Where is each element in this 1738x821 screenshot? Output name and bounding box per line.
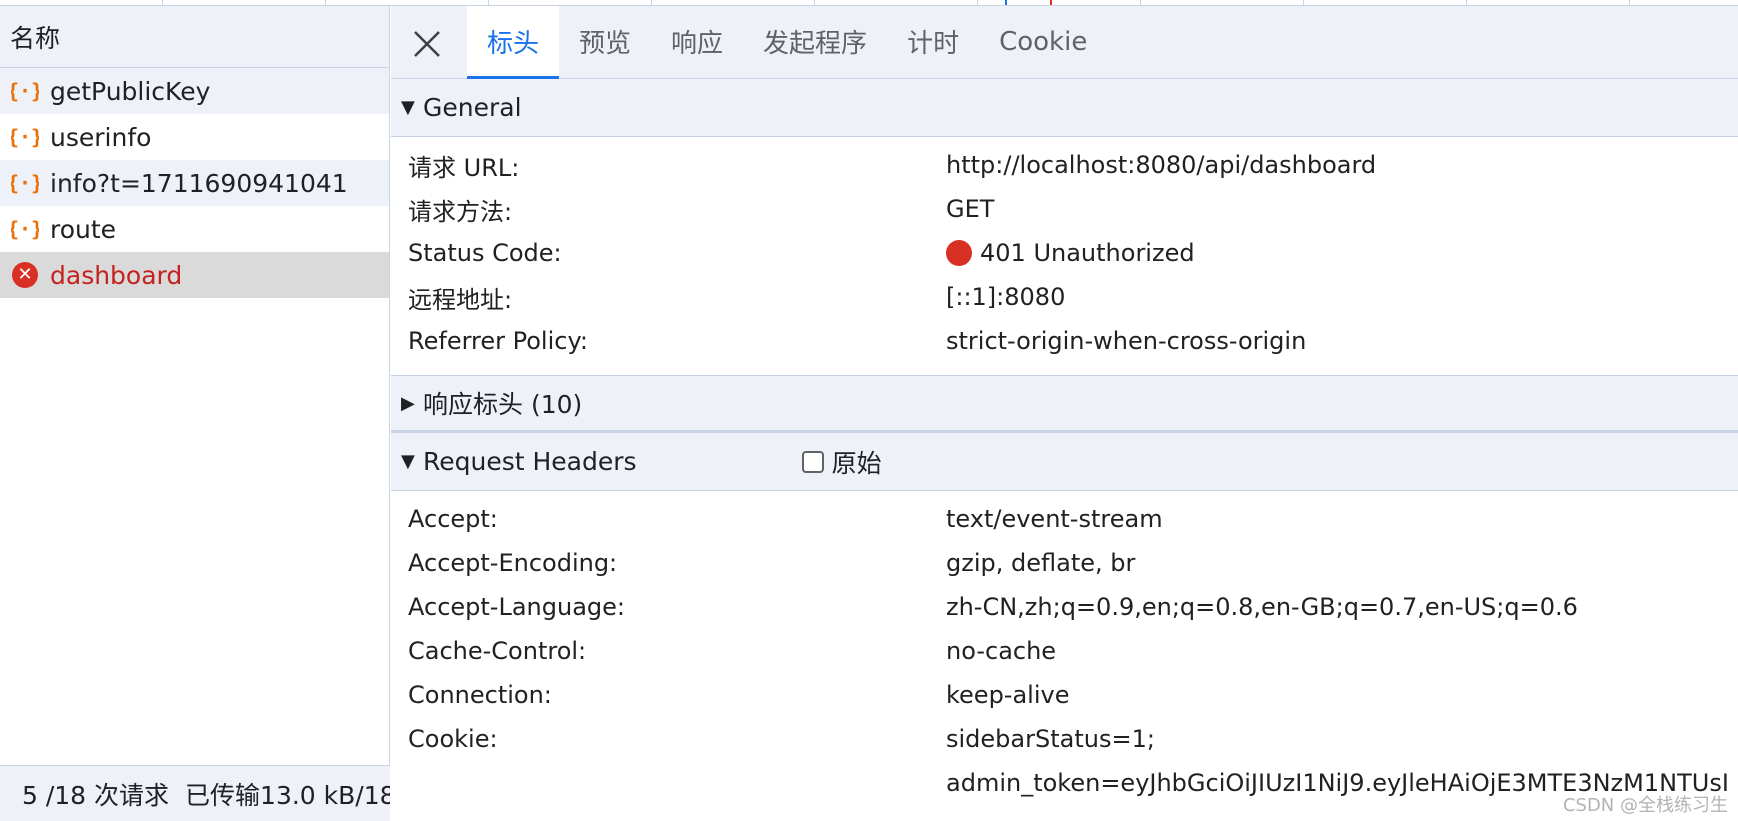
svg-text:{·}: {·} [11, 125, 39, 149]
header-row: Cookie: sidebarStatus=1; [391, 717, 1738, 761]
header-value[interactable]: no-cache [946, 637, 1056, 665]
raw-checkbox[interactable] [801, 450, 824, 473]
header-row: 请求方法: GET [391, 187, 1738, 231]
header-key: Accept: [408, 505, 498, 533]
header-key: Cookie: [408, 725, 498, 753]
status-code-value[interactable]: 401 Unauthorized [946, 239, 1195, 267]
request-name: route [50, 214, 117, 244]
section-request-headers-body: Accept: text/event-stream Accept-Encodin… [391, 491, 1738, 817]
section-general-toggle[interactable]: ▼ General [391, 79, 1738, 137]
header-value[interactable]: GET [946, 195, 994, 223]
transferred-size: 已传输13.0 kB/18. [185, 780, 390, 810]
network-summary-bar: 5 /18 次请求 已传输13.0 kB/18. [0, 765, 390, 821]
status-code-text: 401 Unauthorized [980, 239, 1195, 267]
fetch-xhr-icon: {·} [10, 76, 40, 106]
header-row: Cache-Control: no-cache [391, 629, 1738, 673]
error-icon: ✕ [10, 260, 40, 290]
tab-label: Cookie [999, 26, 1088, 57]
tab-headers[interactable]: 标头 [467, 6, 560, 79]
raw-headers-toggle[interactable]: 原始 [801, 444, 882, 480]
tab-preview[interactable]: 预览 [559, 6, 651, 78]
svg-text:{·}: {·} [11, 79, 39, 103]
header-key: Connection: [408, 681, 552, 709]
section-title: 响应标头 (10) [423, 390, 583, 419]
header-value[interactable]: [::1]:8080 [946, 283, 1065, 311]
section-title: Request Headers [423, 447, 637, 476]
request-name: info?t=1711690941041 [50, 168, 348, 198]
section-request-headers-toggle[interactable]: ▼ Request Headers 原始 [391, 433, 1738, 491]
triangle-down-icon: ▼ [401, 451, 415, 472]
raw-label: 原始 [831, 448, 882, 478]
tab-cookies[interactable]: Cookie [979, 6, 1107, 78]
column-header-name[interactable]: 名称 [0, 6, 389, 68]
triangle-down-icon: ▼ [401, 97, 415, 118]
tab-response[interactable]: 响应 [651, 6, 743, 78]
request-row-userinfo[interactable]: {·} userinfo [0, 114, 389, 160]
header-key: 请求方法: [408, 197, 513, 226]
header-key: Cache-Control: [408, 637, 587, 665]
header-key: 请求 URL: [408, 153, 520, 182]
header-row: Accept-Encoding: gzip, deflate, br [391, 541, 1738, 585]
close-detail-button[interactable] [409, 26, 445, 62]
fetch-xhr-icon: {·} [10, 122, 40, 152]
header-value[interactable]: zh-CN,zh;q=0.9,en;q=0.8,en-GB;q=0.7,en-U… [946, 593, 1578, 621]
request-row-getpublickey[interactable]: {·} getPublicKey [0, 68, 389, 114]
request-row-info[interactable]: {·} info?t=1711690941041 [0, 160, 389, 206]
tab-initiator[interactable]: 发起程序 [743, 6, 887, 78]
header-value[interactable]: sidebarStatus=1; [946, 725, 1155, 753]
header-value[interactable]: gzip, deflate, br [946, 549, 1135, 577]
detail-tabbar: 标头 预览 响应 发起程序 计时 Cookie [391, 6, 1738, 79]
header-key: Accept-Language: [408, 593, 625, 621]
header-row: Accept: text/event-stream [391, 497, 1738, 541]
tab-label: 预览 [579, 29, 632, 59]
header-value[interactable]: keep-alive [946, 681, 1069, 709]
header-key: 远程地址: [408, 285, 513, 314]
close-icon [414, 31, 440, 57]
tab-label: 标头 [487, 29, 540, 59]
section-response-headers-toggle[interactable]: ▶ 响应标头 (10) [391, 375, 1738, 433]
request-row-route[interactable]: {·} route [0, 206, 389, 252]
header-value[interactable]: strict-origin-when-cross-origin [946, 327, 1306, 355]
triangle-right-icon: ▶ [401, 392, 415, 414]
request-detail-panel: 标头 预览 响应 发起程序 计时 Cookie ▼ General 请求 URL… [391, 6, 1738, 821]
header-row: 请求 URL: http://localhost:8080/api/dashbo… [391, 143, 1738, 187]
header-key: Referrer Policy: [408, 327, 588, 355]
svg-text:{·}: {·} [11, 171, 39, 195]
fetch-xhr-icon: {·} [10, 168, 40, 198]
header-value[interactable]: text/event-stream [946, 505, 1163, 533]
tab-label: 响应 [671, 29, 724, 59]
tab-label: 计时 [907, 29, 960, 59]
request-name: userinfo [50, 122, 152, 152]
header-row: 远程地址: [::1]:8080 [391, 275, 1738, 319]
status-error-dot-icon [946, 240, 972, 266]
header-value[interactable]: http://localhost:8080/api/dashboard [946, 151, 1376, 179]
section-title: General [423, 93, 522, 122]
header-key: Status Code: [408, 239, 562, 267]
column-header-label: 名称 [10, 23, 61, 53]
tab-timing[interactable]: 计时 [887, 6, 979, 78]
request-name: getPublicKey [50, 76, 211, 106]
header-row: Referrer Policy: strict-origin-when-cros… [391, 319, 1738, 363]
request-row-dashboard[interactable]: ✕ dashboard [0, 252, 389, 298]
header-key: Accept-Encoding: [408, 549, 618, 577]
tab-label: 发起程序 [763, 29, 868, 59]
request-name: dashboard [50, 260, 183, 290]
fetch-xhr-icon: {·} [10, 214, 40, 244]
header-row: Accept-Language: zh-CN,zh;q=0.9,en;q=0.8… [391, 585, 1738, 629]
section-general-body: 请求 URL: http://localhost:8080/api/dashbo… [391, 137, 1738, 375]
request-count: 5 /18 次请求 [22, 780, 170, 810]
header-row: Status Code: 401 Unauthorized [391, 231, 1738, 275]
header-row: Connection: keep-alive [391, 673, 1738, 717]
watermark: CSDN @全栈练习生 [1562, 795, 1728, 816]
request-list-panel: 名称 {·} getPublicKey {·} userinfo {·} inf… [0, 6, 390, 821]
header-row-continuation: admin_token=eyJhbGciOiJIUzI1NiJ9.eyJleHA… [391, 761, 1738, 805]
svg-text:{·}: {·} [11, 217, 39, 241]
